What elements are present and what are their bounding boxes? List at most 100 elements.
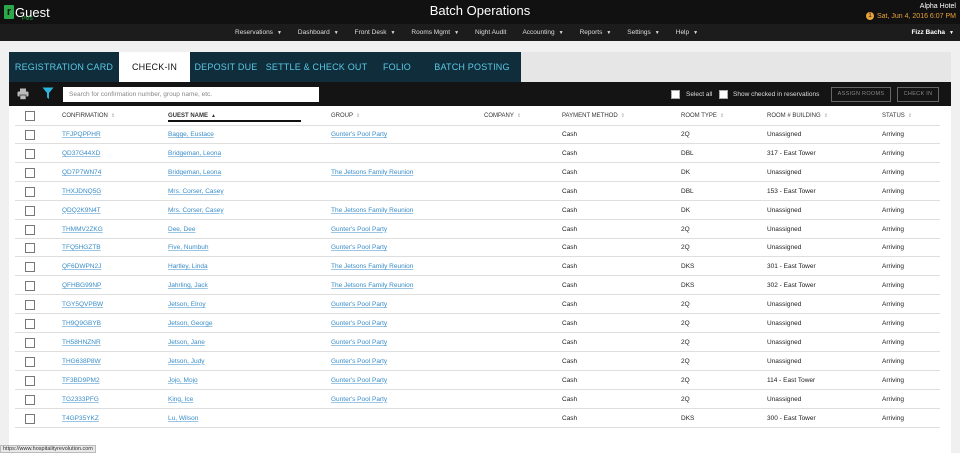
- column-header-confirmation[interactable]: CONFIRMATION ⇕: [62, 106, 115, 126]
- nav-item-help[interactable]: Help ▼: [676, 29, 698, 36]
- cell-guest-name[interactable]: Hartley, Linda: [168, 258, 208, 276]
- table-row[interactable]: TH58HNZNR Jetson, Jane Gunter's Pool Party…: [15, 334, 940, 352]
- cell-confirmation[interactable]: TG2333PFG: [62, 391, 99, 409]
- nav-item-rooms-mgmt[interactable]: Rooms Mgmt ▼: [411, 29, 459, 36]
- cell-guest-name[interactable]: Dee, Dee: [168, 221, 195, 239]
- cell-group[interactable]: Gunter's Pool Party: [331, 391, 387, 409]
- tab-registration-card[interactable]: REGISTRATION CARD: [9, 52, 119, 82]
- cell-guest-name[interactable]: Bridgeman, Leona: [168, 145, 221, 163]
- cell-confirmation[interactable]: TFQ5HGZTB: [62, 239, 101, 257]
- table-row[interactable]: TG2333PFG King, Ice Gunter's Pool Party Cas…: [15, 391, 940, 409]
- cell-group[interactable]: Gunter's Pool Party: [331, 334, 387, 352]
- row-checkbox[interactable]: [25, 281, 35, 292]
- table-row[interactable]: TFQ5HGZTB Five, Numbuh Gunter's Pool Party…: [15, 239, 940, 258]
- cell-group[interactable]: The Jetsons Family Reunion: [331, 277, 413, 295]
- cell-confirmation[interactable]: THXJDNQ5G: [62, 183, 101, 201]
- cell-confirmation[interactable]: TH58HNZNR: [62, 334, 101, 352]
- row-checkbox[interactable]: [25, 205, 35, 216]
- assign-rooms-button[interactable]: ASSIGN ROOMS: [831, 87, 891, 102]
- row-checkbox[interactable]: [25, 167, 35, 178]
- alert-badge-icon[interactable]: 1: [866, 12, 874, 21]
- column-header-company[interactable]: COMPANY ⇕: [484, 106, 521, 126]
- row-checkbox[interactable]: [25, 319, 35, 329]
- cell-group[interactable]: The Jetsons Family Reunion: [331, 164, 413, 182]
- cell-guest-name[interactable]: Jetson, Elroy: [168, 296, 206, 314]
- cell-group[interactable]: Gunter's Pool Party: [331, 221, 387, 239]
- nav-item-reports[interactable]: Reports ▼: [580, 29, 612, 36]
- nav-item-dashboard[interactable]: Dashboard ▼: [298, 29, 339, 36]
- cell-group[interactable]: Gunter's Pool Party: [331, 353, 387, 371]
- column-header-group[interactable]: GROUP ⇕: [331, 106, 360, 126]
- row-checkbox[interactable]: [25, 243, 35, 254]
- cell-confirmation[interactable]: TFJPQPPHR: [62, 126, 101, 144]
- cell-group[interactable]: Gunter's Pool Party: [331, 239, 387, 257]
- cell-guest-name[interactable]: Mrs. Corser, Casey: [168, 202, 224, 220]
- tab-settle-check-out[interactable]: SETTLE & CHECK OUT: [262, 52, 371, 82]
- nav-item-accounting[interactable]: Accounting ▼: [522, 29, 563, 36]
- print-icon[interactable]: [17, 88, 29, 100]
- user-menu[interactable]: Fizz Bacha ▼: [911, 29, 954, 36]
- tab-batch-posting[interactable]: BATCH POSTING: [423, 52, 521, 82]
- table-row[interactable]: T4GP35YKZ Lu, Wilson Cash DKS 300 - East Tow…: [15, 410, 940, 428]
- table-row[interactable]: TH9Q9GBYB Jetson, George Gunter's Pool Par…: [15, 315, 940, 333]
- show-checked-in[interactable]: Show checked in reservations: [719, 90, 819, 99]
- cell-confirmation[interactable]: QFHBG99NP: [62, 277, 101, 295]
- cell-confirmation[interactable]: THG638P8W: [62, 353, 101, 371]
- cell-confirmation[interactable]: TF3BD9PM2: [62, 372, 100, 390]
- table-row[interactable]: TF3BD9PM2 Jojo, Mojo Gunter's Pool Party Ca…: [15, 372, 940, 390]
- table-row[interactable]: TFJPQPPHR Bagge, Eustace Gunter's Pool Par…: [15, 126, 940, 144]
- table-row[interactable]: THMMV2ZKG Dee, Dee Gunter's Pool Party Cash…: [15, 221, 940, 239]
- cell-guest-name[interactable]: Five, Numbuh: [168, 239, 208, 257]
- select-all-checkbox[interactable]: [671, 90, 680, 99]
- cell-guest-name[interactable]: Jahrling, Jack: [168, 277, 208, 295]
- row-checkbox[interactable]: [25, 356, 35, 367]
- cell-group[interactable]: Gunter's Pool Party: [331, 296, 387, 314]
- table-row[interactable]: TGY5QVPBW Jetson, Elroy Gunter's Pool Part…: [15, 296, 940, 315]
- row-checkbox[interactable]: [25, 130, 35, 140]
- row-checkbox[interactable]: [25, 375, 35, 386]
- tab-deposit-due[interactable]: DEPOSIT DUE: [190, 52, 262, 82]
- cell-guest-name[interactable]: Jojo, Mojo: [168, 372, 198, 390]
- row-checkbox[interactable]: [25, 224, 35, 235]
- cell-guest-name[interactable]: Mrs. Corser, Casey: [168, 183, 224, 201]
- cell-group[interactable]: Gunter's Pool Party: [331, 372, 387, 390]
- row-checkbox[interactable]: [25, 262, 35, 273]
- column-header-guest-name[interactable]: GUEST NAME ▲: [168, 106, 216, 126]
- tab-check-in[interactable]: CHECK-IN: [119, 52, 190, 82]
- cell-guest-name[interactable]: Lu, Wilson: [168, 410, 198, 428]
- column-header-status[interactable]: STATUS ⇕: [882, 106, 912, 126]
- cell-confirmation[interactable]: T4GP35YKZ: [62, 410, 99, 428]
- cell-group[interactable]: The Jetsons Family Reunion: [331, 258, 413, 276]
- nav-item-front-desk[interactable]: Front Desk ▼: [355, 29, 396, 36]
- row-checkbox[interactable]: [25, 186, 35, 197]
- nav-item-night-audit[interactable]: Night Audit: [475, 29, 506, 36]
- cell-guest-name[interactable]: King, Ice: [168, 391, 193, 409]
- table-row[interactable]: QD7P7WN74 Bridgeman, Leona The Jetsons Fam…: [15, 164, 940, 182]
- show-checked-in-checkbox[interactable]: [719, 90, 728, 99]
- cell-guest-name[interactable]: Jetson, George: [168, 315, 212, 333]
- nav-item-reservations[interactable]: Reservations ▼: [235, 29, 282, 36]
- cell-confirmation[interactable]: QDQ2K9N4T: [62, 202, 101, 220]
- table-row[interactable]: QFHBG99NP Jahrling, Jack The Jetsons Famil…: [15, 277, 940, 296]
- table-row[interactable]: THXJDNQ5G Mrs. Corser, Casey Cash DBL 153 - …: [15, 183, 940, 201]
- cell-guest-name[interactable]: Bridgeman, Leona: [168, 164, 221, 182]
- row-checkbox[interactable]: [25, 394, 35, 405]
- cell-guest-name[interactable]: Bagge, Eustace: [168, 126, 214, 144]
- row-checkbox[interactable]: [25, 337, 35, 348]
- filter-icon[interactable]: [42, 87, 54, 100]
- table-row[interactable]: QF6DWPN2J Hartley, Linda The Jetsons Famil…: [15, 258, 940, 277]
- cell-guest-name[interactable]: Jetson, Jane: [168, 334, 205, 352]
- cell-group[interactable]: Gunter's Pool Party: [331, 126, 387, 144]
- cell-confirmation[interactable]: QD7P7WN74: [62, 164, 101, 182]
- cell-group[interactable]: The Jetsons Family Reunion: [331, 202, 413, 220]
- table-row[interactable]: QD37G44XD Bridgeman, Leona Cash DBL 317 - Ea…: [15, 145, 940, 163]
- column-header-room-building[interactable]: ROOM # BUILDING ⇕: [767, 106, 828, 126]
- column-header-payment-method[interactable]: PAYMENT METHOD ⇕: [562, 106, 625, 126]
- search-input[interactable]: [63, 87, 319, 102]
- row-checkbox[interactable]: [25, 300, 35, 311]
- nav-item-settings[interactable]: Settings ▼: [627, 29, 659, 36]
- header-checkbox[interactable]: [25, 111, 35, 121]
- table-row[interactable]: QDQ2K9N4T Mrs. Corser, Casey The Jetsons F…: [15, 202, 940, 220]
- hotel-name[interactable]: Alpha Hotel: [866, 2, 956, 12]
- cell-confirmation[interactable]: TGY5QVPBW: [62, 296, 103, 314]
